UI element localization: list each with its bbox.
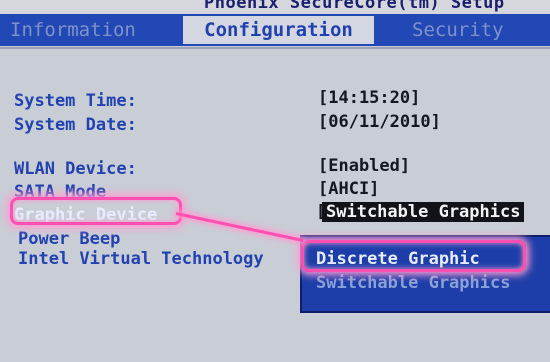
tab-strip: Information Configuration Security: [0, 14, 550, 46]
option-switchable-graphics[interactable]: Switchable Graphics: [316, 273, 510, 293]
tab-security[interactable]: Security: [412, 16, 504, 44]
sata-mode-value[interactable]: [AHCI]: [318, 179, 379, 199]
power-beep-label[interactable]: Power Beep: [18, 229, 120, 249]
bios-title: Phoenix SecureCore(tm) Setup: [204, 0, 505, 13]
bios-screen: Phoenix SecureCore(tm) Setup Information…: [0, 0, 550, 362]
tab-information[interactable]: Information: [10, 16, 136, 44]
divider: [0, 47, 550, 49]
annotation-arrow: [175, 212, 304, 242]
system-date-label: System Date:: [14, 115, 137, 135]
system-time-value[interactable]: [14:15:20]: [318, 88, 420, 108]
title-bar: Phoenix SecureCore(tm) Setup: [0, 0, 550, 14]
graphic-device-value[interactable]: Switchable Graphics: [322, 202, 525, 222]
intel-vt-label[interactable]: Intel Virtual Technology: [18, 249, 264, 269]
system-time-label: System Time:: [14, 91, 137, 111]
tab-configuration[interactable]: Configuration: [183, 16, 374, 44]
wlan-device-label: WLAN Device:: [14, 159, 137, 179]
highlight-discrete-graphic: [301, 240, 526, 272]
highlight-graphic-device: [10, 197, 182, 225]
wlan-device-value[interactable]: [Enabled]: [318, 156, 410, 176]
system-date-value[interactable]: [06/11/2010]: [318, 112, 441, 132]
